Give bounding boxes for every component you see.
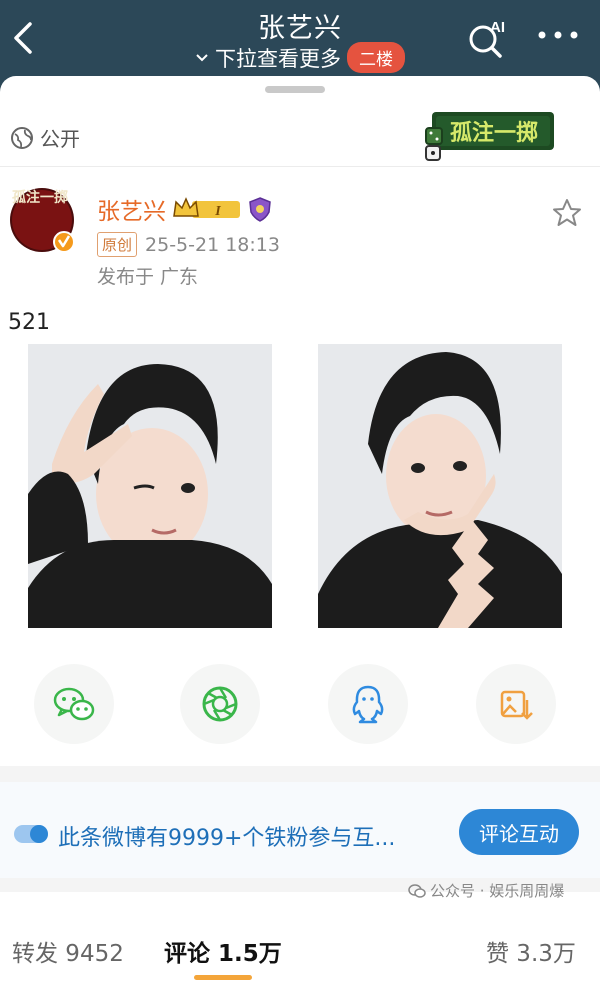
moments-icon	[202, 686, 238, 722]
badge-level: I	[214, 204, 221, 219]
section-separator	[0, 766, 600, 782]
share-qq-button[interactable]	[328, 664, 408, 744]
vip-crown-badge-icon[interactable]: I	[172, 196, 242, 222]
ai-label: AI	[490, 19, 505, 36]
save-image-button[interactable]	[476, 664, 556, 744]
comment-interact-button[interactable]: 评论互动	[459, 809, 579, 855]
post-detail-sheet: 公开 孤注一掷 孤注一掷 张艺兴 I 原创 25-5-21 18:13 发布于 …	[0, 76, 600, 995]
fan-banner-text: 此条微博有9999+个铁粉参与互...	[58, 826, 396, 851]
original-tag: 原创	[97, 232, 138, 257]
favorite-button[interactable]	[552, 198, 582, 228]
wechat-official-account-icon	[408, 883, 426, 898]
top-nav-bar: 张艺兴 下拉查看更多 二楼 AI	[0, 0, 600, 78]
page-title: 张艺兴	[258, 13, 342, 44]
chevron-down-icon	[196, 53, 208, 61]
portrait-photo-hand-frame	[318, 344, 562, 628]
movie-promo-logo[interactable]: 孤注一掷	[424, 102, 558, 164]
pull-hint-text: 下拉查看更多	[215, 46, 341, 71]
more-button[interactable]	[536, 25, 580, 45]
avatar-logo-text: 孤注一掷	[12, 189, 68, 206]
tab-comment[interactable]: 评论 1.5万	[164, 934, 282, 968]
globe-icon	[11, 126, 33, 149]
share-moments-button[interactable]	[180, 664, 260, 744]
author-name[interactable]: 张艺兴	[97, 192, 166, 226]
save-image-icon	[500, 690, 533, 720]
tab-repost[interactable]: 转发 9452	[12, 934, 124, 968]
share-wechat-button[interactable]	[34, 664, 114, 744]
more-dots-icon	[538, 31, 578, 39]
visibility-label: 公开	[40, 127, 80, 151]
source-watermark: 公众号 · 娱乐周周爆	[408, 880, 564, 901]
ai-search-button[interactable]: AI	[466, 16, 510, 60]
portrait-photo-peace-sign	[28, 344, 272, 628]
post-meta-row: 原创 25-5-21 18:13	[97, 232, 280, 257]
pull-hint: 下拉查看更多	[195, 43, 341, 73]
promo-logo-text: 孤注一掷	[450, 120, 538, 146]
watermark-text: 公众号 · 娱乐周周爆	[430, 882, 565, 900]
post-text: 521	[8, 310, 50, 335]
purple-shield-badge-icon[interactable]	[248, 196, 272, 222]
tab-like[interactable]: 赞 3.3万	[486, 934, 576, 968]
author-avatar[interactable]: 孤注一掷	[10, 178, 76, 260]
post-location: 发布于 广东	[97, 266, 199, 288]
wechat-icon	[53, 687, 95, 721]
second-floor-badge[interactable]: 二楼	[347, 42, 405, 73]
post-image-2[interactable]	[318, 344, 562, 628]
active-tab-indicator	[194, 975, 252, 980]
promo-logo-graphic: 孤注一掷	[425, 112, 554, 161]
post-image-1[interactable]	[28, 344, 272, 628]
author-row: 张艺兴 I	[97, 192, 272, 226]
visibility-indicator: 公开	[10, 123, 80, 152]
qq-icon	[352, 685, 384, 724]
avatar-image: 孤注一掷	[10, 188, 75, 253]
star-outline-icon	[553, 199, 581, 226]
drag-handle[interactable]	[265, 86, 325, 93]
pull-down-hint-row[interactable]: 下拉查看更多 二楼	[0, 42, 600, 73]
divider	[0, 166, 600, 167]
ai-search-icon: AI	[469, 19, 505, 58]
fan-pill-icon	[14, 825, 48, 843]
post-stats-tabs: 转发 9452 评论 1.5万 赞 3.3万	[0, 892, 600, 995]
fan-interaction-banner[interactable]: 此条微博有9999+个铁粉参与互... 评论互动	[0, 782, 600, 878]
post-timestamp: 25-5-21 18:13	[145, 233, 280, 256]
